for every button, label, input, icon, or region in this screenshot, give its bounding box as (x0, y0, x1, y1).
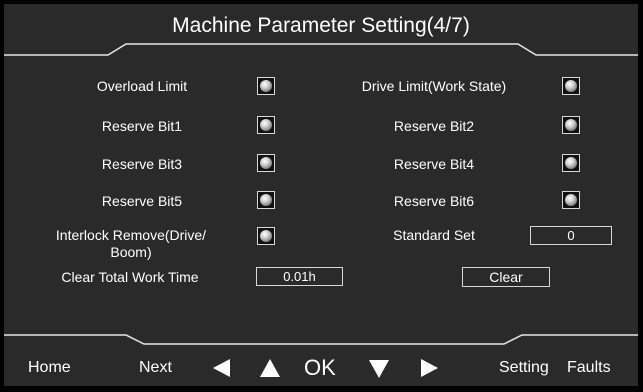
triangle-up-icon[interactable] (259, 358, 281, 378)
reserve-bit1-label: Reserve Bit1 (101, 118, 183, 134)
reserve-bit4-radio[interactable] (562, 154, 580, 172)
faults-button[interactable]: Faults (567, 359, 611, 377)
reserve-bit5-label: Reserve Bit5 (101, 193, 183, 209)
clear-total-work-time-label: Clear Total Work Time (61, 269, 199, 285)
reserve-bit5-radio[interactable] (257, 191, 275, 209)
drive-limit-radio[interactable] (562, 77, 580, 95)
triangle-right-icon[interactable] (419, 358, 439, 378)
triangle-down-icon[interactable] (368, 359, 390, 379)
reserve-bit1-radio[interactable] (257, 116, 275, 134)
reserve-bit3-label: Reserve Bit3 (101, 156, 183, 172)
standard-set-label: Standard Set (393, 227, 475, 243)
home-button[interactable]: Home (28, 359, 71, 377)
interlock-remove-radio[interactable] (257, 227, 275, 245)
clear-button[interactable]: Clear (462, 267, 550, 287)
work-time-value: 0.01h (256, 267, 343, 286)
reserve-bit2-radio[interactable] (562, 116, 580, 134)
setting-button[interactable]: Setting (499, 359, 549, 377)
triangle-left-icon[interactable] (212, 358, 232, 378)
ok-button[interactable]: OK (304, 355, 336, 381)
next-button[interactable]: Next (139, 359, 172, 377)
reserve-bit6-radio[interactable] (562, 191, 580, 209)
reserve-bit2-label: Reserve Bit2 (393, 118, 475, 134)
interlock-remove-label-line1: Interlock Remove(Drive/ (55, 227, 207, 243)
reserve-bit3-radio[interactable] (257, 154, 275, 172)
interlock-remove-label-line2: Boom) (110, 244, 152, 260)
interlock-remove-label: Interlock Remove(Drive/ Boom) (24, 227, 238, 261)
drive-limit-label: Drive Limit(Work State) (361, 78, 507, 94)
reserve-bit6-label: Reserve Bit6 (393, 193, 475, 209)
reserve-bit4-label: Reserve Bit4 (393, 156, 475, 172)
screen: Machine Parameter Setting(4/7) Overload … (4, 4, 638, 386)
overload-limit-radio[interactable] (257, 77, 275, 95)
standard-set-input[interactable]: 0 (530, 226, 612, 245)
overload-limit-label: Overload Limit (96, 78, 188, 94)
